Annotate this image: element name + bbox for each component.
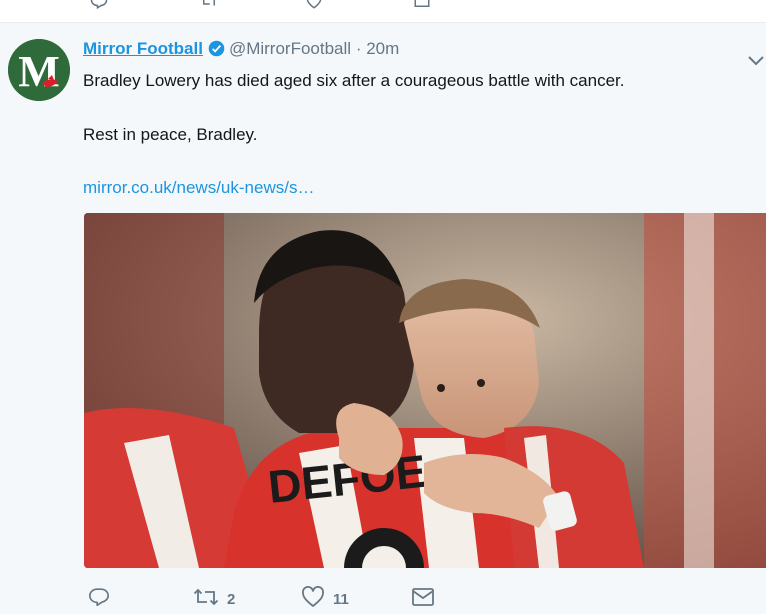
avatar[interactable]: M bbox=[8, 39, 70, 101]
direct-message-button[interactable] bbox=[411, 587, 435, 611]
tweet-header: Mirror Football @MirrorFootball · 20m bbox=[83, 39, 766, 66]
tweet-photo[interactable]: DEFOE bbox=[84, 213, 766, 568]
heart-icon[interactable] bbox=[304, 0, 324, 15]
display-name[interactable]: Mirror Football bbox=[83, 39, 203, 58]
heart-icon bbox=[301, 585, 325, 613]
chevron-down-icon[interactable] bbox=[748, 51, 764, 71]
tweet-actions: 2 11 bbox=[83, 585, 483, 613]
like-button[interactable]: 11 bbox=[301, 585, 349, 613]
retweet-count: 2 bbox=[227, 590, 236, 608]
reply-button[interactable] bbox=[88, 587, 110, 611]
timestamp[interactable]: 20m bbox=[366, 39, 399, 58]
envelope-icon bbox=[411, 586, 435, 613]
tweet-text-line2: Rest in peace, Bradley. bbox=[83, 125, 258, 144]
tweet-card[interactable]: M Mirror Football @MirrorFootball · 20m B… bbox=[0, 23, 766, 614]
tweet-link[interactable]: mirror.co.uk/news/uk-news/s… bbox=[83, 178, 314, 198]
reply-icon bbox=[88, 586, 110, 613]
retweet-icon[interactable] bbox=[198, 0, 220, 15]
handle[interactable]: @MirrorFootball bbox=[229, 39, 351, 58]
like-count: 11 bbox=[333, 590, 349, 608]
avatar-letter: M bbox=[18, 47, 60, 96]
retweet-button[interactable]: 2 bbox=[193, 587, 235, 611]
envelope-icon[interactable] bbox=[412, 0, 432, 15]
reply-icon[interactable] bbox=[90, 0, 108, 15]
previous-tweet-actions bbox=[0, 0, 766, 23]
separator-dot: · bbox=[355, 39, 362, 58]
verified-badge-icon bbox=[208, 40, 225, 62]
tweet-text-line1: Bradley Lowery has died aged six after a… bbox=[83, 71, 625, 90]
retweet-icon bbox=[193, 586, 219, 613]
